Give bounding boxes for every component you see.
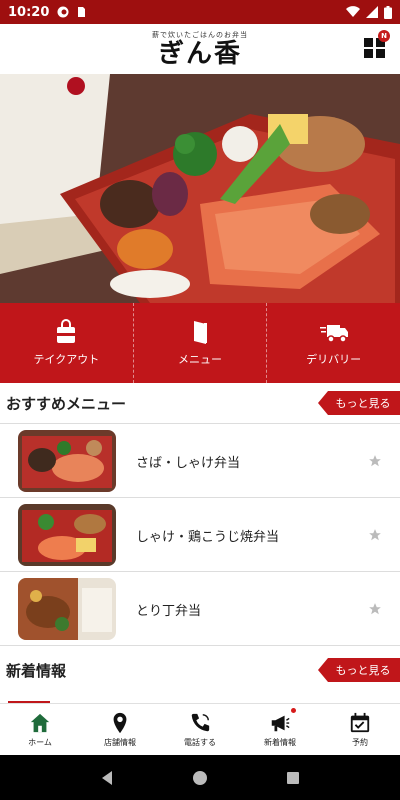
menu-button[interactable]: メニュー [132, 303, 267, 383]
map-pin-icon [113, 712, 127, 733]
calendar-check-icon [350, 712, 370, 732]
system-navigation-bar [0, 755, 400, 800]
menu-list-item[interactable]: さば・しゃけ弁当 [0, 424, 400, 498]
item-name: しゃけ・鶏こうじ焼弁当 [136, 529, 280, 545]
nav-store-info[interactable]: 店舗情報 [80, 704, 160, 755]
home-icon [30, 713, 50, 732]
nav-home-label: ホーム [28, 737, 52, 747]
logo-tagline: 薪で炊いたごはんのお弁当 [152, 30, 248, 39]
takeout-label: テイクアウト [33, 353, 100, 366]
favorite-star-icon[interactable] [368, 528, 382, 542]
battery-icon [384, 5, 392, 19]
app-header: 薪で炊いたごはんのお弁当 ぎん香 N [0, 24, 400, 74]
favorite-star-icon[interactable] [368, 454, 382, 468]
hero-image [0, 74, 400, 303]
news-unread-dot [291, 708, 296, 713]
phone-icon [191, 713, 210, 731]
news-title: 新着情報 [6, 661, 67, 680]
logo-title: ぎん香 [157, 38, 242, 69]
status-bar: 10:20 [0, 0, 400, 24]
sd-card-icon [78, 7, 86, 17]
menu-label: メニュー [178, 353, 222, 366]
nav-call[interactable]: 電話する [160, 704, 240, 755]
new-badge: N [378, 30, 390, 42]
nav-store-info-label: 店舗情報 [104, 737, 136, 747]
item-name: さば・しゃけ弁当 [136, 455, 241, 471]
action-bar: テイクアウト メニュー デリバリー [0, 303, 400, 383]
news-header: 新着情報 もっと見る [0, 652, 400, 688]
brand-logo[interactable]: 薪で炊いたごはんのお弁当 ぎん香 [152, 30, 248, 69]
app-screen: 10:20 薪で炊いたごはんのお弁当 ぎん香 N テイクアウト メニュー デリバ… [0, 0, 400, 800]
menu-list-item[interactable]: とり丁弁当 [0, 572, 400, 646]
menu-list-item[interactable]: しゃけ・鶏こうじ焼弁当 [0, 498, 400, 572]
nav-home[interactable]: ホーム [0, 704, 80, 755]
bottom-navigation: ホーム 店舗情報 電話する 新着情報 予約 [0, 703, 400, 755]
delivery-button[interactable]: デリバリー [266, 303, 400, 383]
recommended-title: おすすめメニュー [6, 394, 127, 413]
back-icon[interactable] [99, 770, 115, 786]
megaphone-icon [271, 715, 290, 731]
delivery-label: デリバリー [306, 353, 362, 366]
nav-news-label: 新着情報 [264, 737, 296, 747]
signal-icon [366, 6, 378, 18]
nav-reservation-label: 予約 [352, 737, 368, 747]
takeout-bag-icon [55, 319, 78, 343]
divider [0, 645, 400, 646]
favorite-star-icon[interactable] [368, 602, 382, 616]
item-name: とり丁弁当 [136, 603, 202, 619]
notification-app-icon [57, 6, 69, 18]
grid-menu-button[interactable]: N [364, 30, 390, 58]
recents-icon[interactable] [285, 770, 301, 786]
item-thumbnail [18, 430, 116, 492]
recommended-more-button[interactable]: もっと見る [318, 391, 400, 415]
nav-news[interactable]: 新着情報 [240, 704, 320, 755]
item-thumbnail [18, 504, 116, 566]
delivery-truck-icon [319, 325, 348, 343]
recommended-header: おすすめメニュー もっと見る [0, 385, 400, 421]
status-time: 10:20 [8, 4, 50, 20]
home-circle-icon[interactable] [192, 770, 208, 786]
nav-reservation[interactable]: 予約 [320, 704, 400, 755]
item-thumbnail [18, 578, 116, 640]
news-more-button[interactable]: もっと見る [318, 658, 400, 682]
takeout-button[interactable]: テイクアウト [0, 303, 133, 383]
menu-book-icon [194, 321, 207, 344]
nav-call-label: 電話する [184, 737, 216, 747]
wifi-icon [346, 6, 360, 18]
